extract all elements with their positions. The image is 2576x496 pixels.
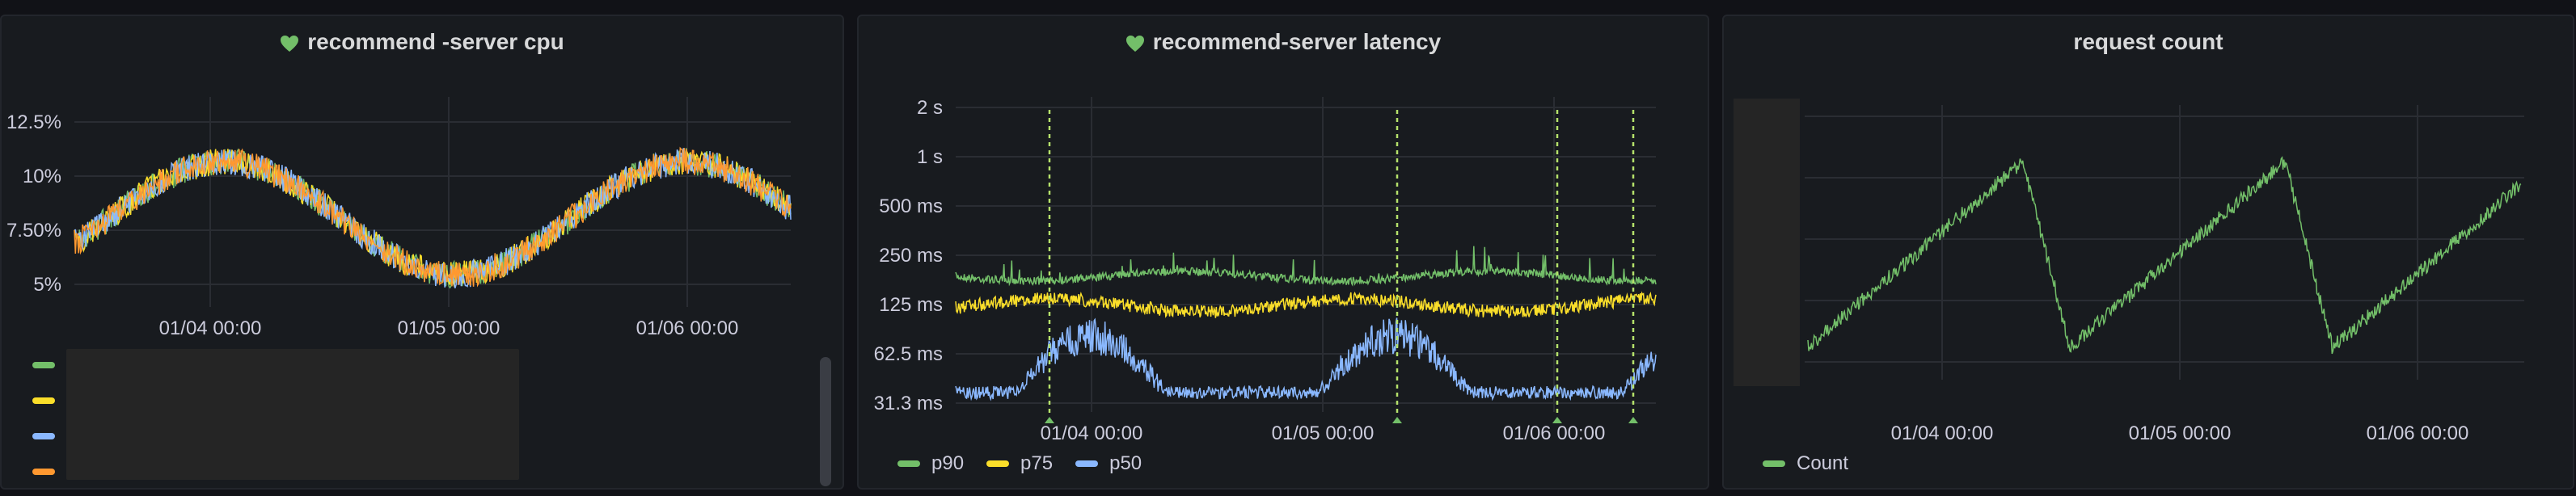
cpu-x-tick: 01/04 00:00 <box>159 317 262 339</box>
legend-swatch-orange[interactable] <box>32 469 55 475</box>
latency-y-tick: 31.3 ms <box>874 393 943 414</box>
legend-label: p50 <box>1109 452 1142 474</box>
latency-y-tick: 500 ms <box>879 195 943 217</box>
request-count-line <box>1807 156 2522 355</box>
cpu-series <box>74 146 792 289</box>
annotation-marker <box>1392 417 1402 423</box>
latency-y-tick: 250 ms <box>879 245 943 267</box>
latency-x-tick: 01/04 00:00 <box>1041 422 1143 444</box>
request-grid <box>1805 105 2524 380</box>
request-x-tick: 01/04 00:00 <box>1891 422 1994 444</box>
latency-p50-line <box>955 317 1657 401</box>
latency-y-tick: 1 s <box>917 146 943 168</box>
latency-series <box>955 246 1657 401</box>
request-legend: Count <box>1763 452 1848 475</box>
annotation-marker <box>1045 417 1054 423</box>
legend-label: Count <box>1797 452 1849 474</box>
latency-legend: p90 p75 p50 <box>897 452 1142 475</box>
legend-item-count[interactable]: Count <box>1763 452 1848 475</box>
cpu-x-tick: 01/06 00:00 <box>636 317 739 339</box>
request-count-chart[interactable]: 01/04 00:00 01/05 00:00 01/06 00:00 <box>1724 16 2576 491</box>
legend-swatch-yellow[interactable] <box>32 397 55 404</box>
latency-y-tick: 62.5 ms <box>874 343 943 365</box>
legend-swatch <box>1075 460 1099 467</box>
latency-y-tick: 125 ms <box>879 294 943 316</box>
cpu-y-tick: 12.5% <box>6 111 61 133</box>
latency-x-tick: 01/05 00:00 <box>1272 422 1375 444</box>
cpu-panel: recommend -server cpu 12.5% 10% 7.50% 5%… <box>0 15 844 490</box>
legend-swatch-blue[interactable] <box>32 433 55 439</box>
cpu-y-tick: 5% <box>33 274 61 296</box>
cpu-y-tick: 10% <box>23 166 61 187</box>
request-x-tick: 01/05 00:00 <box>2129 422 2232 444</box>
legend-label: p90 <box>931 452 965 474</box>
request-count-series <box>1807 156 2522 355</box>
redacted-legend-labels <box>66 349 519 480</box>
legend-swatch <box>986 460 1010 467</box>
cpu-legend <box>32 347 55 490</box>
latency-y-tick: 2 s <box>917 97 943 119</box>
latency-p90-line <box>955 246 1657 287</box>
legend-item-p75[interactable]: p75 <box>986 452 1053 475</box>
latency-grid <box>956 97 1656 412</box>
annotation-marker <box>1628 417 1638 423</box>
latency-panel: recommend-server latency 2 s 1 s 500 ms … <box>857 15 1709 490</box>
annotation-marker <box>1552 417 1562 423</box>
latency-chart[interactable]: 2 s 1 s 500 ms 250 ms 125 ms 62.5 ms 31.… <box>859 16 1711 491</box>
latency-x-tick: 01/06 00:00 <box>1503 422 1606 444</box>
legend-item-p50[interactable]: p50 <box>1075 452 1142 475</box>
legend-swatch-green[interactable] <box>32 362 55 368</box>
legend-label: p75 <box>1020 452 1054 474</box>
request-count-panel: request count 01/04 00:00 01/05 00:00 01… <box>1722 15 2574 490</box>
request-x-tick: 01/06 00:00 <box>2367 422 2469 444</box>
legend-scrollbar[interactable] <box>820 357 831 486</box>
redacted-y-axis <box>1734 99 1800 386</box>
cpu-y-tick: 7.50% <box>6 220 61 242</box>
legend-swatch <box>897 460 920 467</box>
legend-swatch <box>1763 460 1785 467</box>
legend-item-p90[interactable]: p90 <box>897 452 964 475</box>
cpu-x-tick: 01/05 00:00 <box>398 317 500 339</box>
